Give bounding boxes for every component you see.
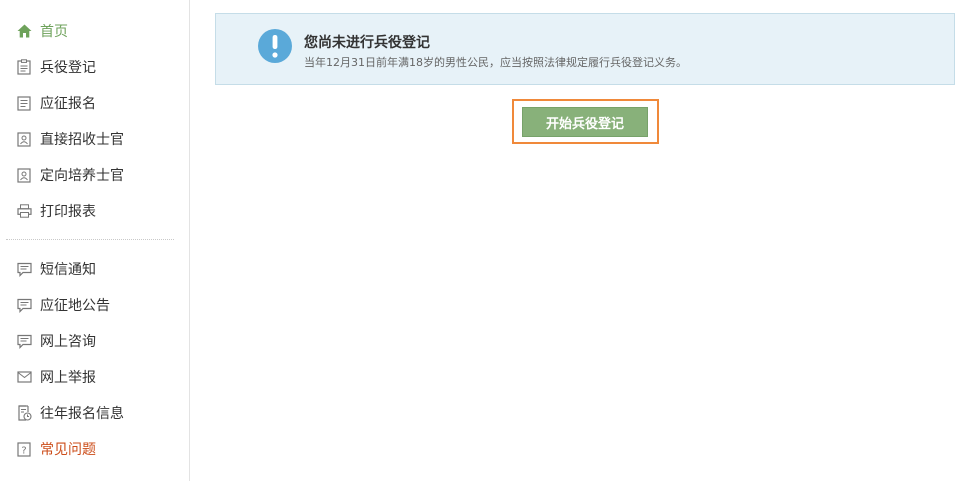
start-button-highlight: 开始兵役登记 bbox=[512, 99, 659, 144]
id-card-icon bbox=[16, 131, 32, 147]
envelope-icon bbox=[16, 369, 32, 385]
sidebar: 首页 兵役登记 应征报名 直接招收士官 定向培养士官 打印报表 短信通知 应征地… bbox=[0, 0, 190, 481]
sidebar-item-label: 定向培养士官 bbox=[40, 168, 124, 184]
clipboard-icon bbox=[16, 59, 32, 75]
sidebar-item-label: 网上举报 bbox=[40, 370, 96, 386]
sidebar-item-label: 常见问题 bbox=[40, 442, 96, 458]
notice-description: 当年12月31日前年满18岁的男性公民，应当按照法律规定履行兵役登记义务。 bbox=[304, 56, 687, 69]
sidebar-item-label: 网上咨询 bbox=[40, 334, 96, 350]
history-icon bbox=[16, 405, 32, 421]
sidebar-item-label: 直接招收士官 bbox=[40, 132, 124, 148]
sidebar-item-label: 兵役登记 bbox=[40, 60, 96, 76]
message-icon bbox=[16, 333, 32, 349]
sidebar-item-label: 应征报名 bbox=[40, 96, 96, 112]
sidebar-item-direct-nco-recruitment[interactable]: 直接招收士官 bbox=[16, 128, 124, 150]
question-icon: ? bbox=[16, 441, 32, 457]
start-registration-button[interactable]: 开始兵役登记 bbox=[522, 107, 648, 137]
registration-notice: 您尚未进行兵役登记 当年12月31日前年满18岁的男性公民，应当按照法律规定履行… bbox=[215, 13, 955, 85]
id-card-icon bbox=[16, 167, 32, 183]
sidebar-item-label: 打印报表 bbox=[40, 204, 96, 220]
sidebar-item-label: 应征地公告 bbox=[40, 298, 110, 314]
page: 首页 兵役登记 应征报名 直接招收士官 定向培养士官 打印报表 短信通知 应征地… bbox=[0, 0, 967, 481]
sidebar-item-targeted-nco-training[interactable]: 定向培养士官 bbox=[16, 164, 124, 186]
sidebar-item-label: 短信通知 bbox=[40, 262, 96, 278]
notice-title: 您尚未进行兵役登记 bbox=[304, 35, 430, 51]
sidebar-item-online-consultation[interactable]: 网上咨询 bbox=[16, 330, 96, 352]
sidebar-item-print-reports[interactable]: 打印报表 bbox=[16, 200, 96, 222]
message-icon bbox=[16, 261, 32, 277]
home-icon bbox=[16, 23, 32, 39]
document-icon bbox=[16, 95, 32, 111]
sidebar-item-local-announcements[interactable]: 应征地公告 bbox=[16, 294, 110, 316]
exclamation-icon bbox=[257, 28, 293, 64]
sidebar-item-label: 首页 bbox=[40, 24, 68, 40]
sidebar-item-label: 往年报名信息 bbox=[40, 406, 124, 422]
sidebar-item-online-report[interactable]: 网上举报 bbox=[16, 366, 96, 388]
message-icon bbox=[16, 297, 32, 313]
sidebar-item-military-registration[interactable]: 兵役登记 bbox=[16, 56, 96, 78]
sidebar-item-past-registration-info[interactable]: 往年报名信息 bbox=[16, 402, 124, 424]
sidebar-item-sms-notification[interactable]: 短信通知 bbox=[16, 258, 96, 280]
sidebar-item-faq[interactable]: ? 常见问题 bbox=[16, 438, 96, 460]
sidebar-divider bbox=[6, 239, 174, 240]
sidebar-item-home[interactable]: 首页 bbox=[16, 20, 68, 42]
svg-text:?: ? bbox=[21, 445, 26, 456]
sidebar-item-enlistment-application[interactable]: 应征报名 bbox=[16, 92, 96, 114]
printer-icon bbox=[16, 203, 32, 219]
